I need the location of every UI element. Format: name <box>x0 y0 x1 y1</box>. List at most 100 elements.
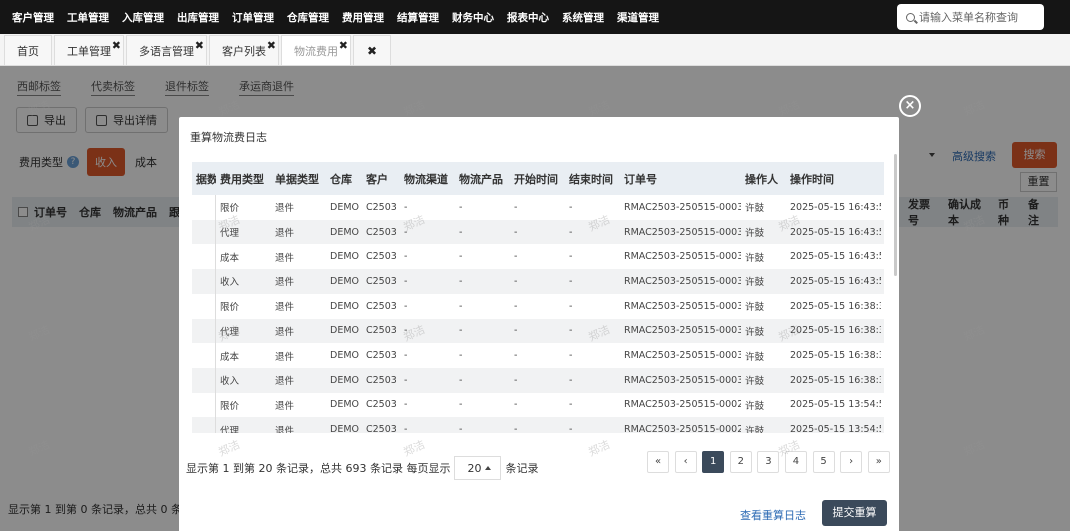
nav-item[interactable]: 报表中心 <box>507 10 549 25</box>
page-size-select[interactable]: 20 <box>454 456 502 480</box>
table-cell: DEMO <box>330 399 359 411</box>
table-cell: 2025-05-15 16:43:57 <box>790 226 881 238</box>
table-row: 收入 退件 DEMO C2503- - - - RMAC2503-250515-0003 许鼓 2… <box>192 269 884 294</box>
table-cell: 退件 <box>275 376 295 388</box>
modal-close-icon[interactable]: × <box>899 95 921 117</box>
tab-item[interactable]: 物流费用 ✖ <box>281 35 351 65</box>
table-cell: 2025-05-15 16:38:37 <box>790 350 881 362</box>
table-row: 限价 退件 DEMO C2503- - - - RMAC2503-250515-0003 许鼓 2… <box>192 195 884 220</box>
nav-item[interactable]: 订单管理 <box>232 10 274 25</box>
view-recalc-log-link[interactable]: 查看重算日志 <box>740 507 806 523</box>
tab-label: 物流费用 <box>294 44 338 58</box>
table-cell: - <box>514 374 518 386</box>
table-cell: 2025-05-15 13:54:55 <box>790 424 881 433</box>
menu-search-input[interactable]: 请输入菜单名称查询 <box>897 4 1044 30</box>
tab-close-icon[interactable]: ✖ <box>195 39 204 52</box>
table-cell: 许鼓 <box>745 277 765 289</box>
table-cell: - <box>459 399 463 411</box>
log-column-header: 订单号 <box>624 172 657 186</box>
table-row: 代理 退件 DEMO C2503- - - - RMAC2503-250515-0003 许鼓 2… <box>192 318 884 344</box>
tab-close-icon[interactable]: ✖ <box>339 39 348 52</box>
page-next-button[interactable]: › <box>840 451 863 473</box>
page-first-button[interactable]: « <box>647 451 669 473</box>
table-cell: RMAC2503-250515-0003 <box>624 275 741 287</box>
table-cell: 2025-05-15 16:43:57 <box>790 201 881 213</box>
page-number-button[interactable]: 1 <box>702 451 725 473</box>
log-column-header: 操作人 <box>745 172 778 186</box>
nav-item[interactable]: 系统管理 <box>562 10 604 25</box>
nav-item[interactable]: 工单管理 <box>67 10 109 25</box>
table-row: 成本 退件 DEMO C2503- - - - RMAC2503-250515-0003 许鼓 2… <box>192 244 884 269</box>
table-cell: C2503 <box>366 275 397 287</box>
tab-close-icon[interactable]: ✖ <box>112 39 121 52</box>
page-number-button[interactable]: 4 <box>784 451 807 473</box>
table-cell: - <box>514 275 518 287</box>
page-number-button[interactable]: 5 <box>812 451 835 473</box>
page-number-button[interactable]: 3 <box>757 451 780 473</box>
table-cell: C2503 <box>366 201 397 213</box>
table-cell: - <box>459 251 463 263</box>
table-cell: DEMO <box>330 251 359 263</box>
recalc-log-modal: 重算物流费日志 据数 费用类型 单据类型 仓库 客户 物流渠道 物流产品 开始时间 结束时间 订单… <box>179 117 899 487</box>
table-cell: 收入 <box>220 277 240 289</box>
table-cell: - <box>459 300 463 312</box>
nav-item[interactable]: 入库管理 <box>122 10 164 25</box>
nav-item[interactable]: 结算管理 <box>397 10 439 25</box>
nav-item[interactable]: 财务中心 <box>452 10 494 25</box>
nav-item[interactable]: 出库管理 <box>177 10 219 25</box>
table-cell: DEMO <box>330 325 359 337</box>
tab-item[interactable]: 工单管理 ✖ <box>54 35 124 65</box>
close-all-tabs-button[interactable]: ✖ <box>353 35 392 65</box>
table-cell: - <box>514 350 518 362</box>
tab-close-icon[interactable]: ✖ <box>267 39 276 52</box>
table-cell: - <box>569 399 573 411</box>
submit-recalc-button[interactable]: 提交重算 <box>822 500 887 526</box>
table-cell: DEMO <box>330 374 359 386</box>
pagination-info-suffix: 条记录 <box>505 462 539 475</box>
nav-item[interactable]: 费用管理 <box>342 10 384 25</box>
table-cell: - <box>569 226 573 238</box>
tab-item[interactable]: 首页 <box>4 35 52 65</box>
table-cell: 限价 <box>220 400 240 412</box>
table-cell: RMAC2503-250515-0002 <box>624 424 741 433</box>
table-cell: - <box>569 251 573 263</box>
table-row: 收入 退件 DEMO C2503- - - - RMAC2503-250515-0003 许鼓 2… <box>192 367 884 393</box>
nav-item[interactable]: 仓库管理 <box>287 10 329 25</box>
log-table-header: 据数 费用类型 单据类型 仓库 客户 物流渠道 物流产品 开始时间 结束时间 订单号 操作人 操作时间 <box>192 162 884 195</box>
table-cell: - <box>404 374 408 386</box>
log-column-header: 单据类型 <box>275 172 319 186</box>
page-prev-button[interactable]: ‹ <box>674 451 697 473</box>
page-tabs: 首页 工单管理 ✖ 多语言管理 ✖ 客户列表 ✖ 物流费用 ✖ ✖ <box>0 34 1070 66</box>
table-cell: 退件 <box>275 351 295 363</box>
tab-label: 多语言管理 <box>139 44 194 58</box>
page-last-button[interactable]: » <box>867 451 890 473</box>
table-cell: 许鼓 <box>745 326 765 338</box>
tab-label: 工单管理 <box>67 44 111 58</box>
table-scrollbar[interactable] <box>894 154 897 276</box>
table-cell: - <box>514 399 518 411</box>
tab-item[interactable]: 客户列表 ✖ <box>209 35 279 65</box>
table-cell: 许鼓 <box>745 376 765 388</box>
table-cell: 退件 <box>275 252 295 264</box>
page-number-button[interactable]: 2 <box>729 451 752 473</box>
pagination-info-prefix: 显示第 1 到第 20 条记录，总共 693 条记录 每页显示 <box>186 462 451 475</box>
log-table: 据数 费用类型 单据类型 仓库 客户 物流渠道 物流产品 开始时间 结束时间 订单号 操作人 操作时间… <box>192 162 884 433</box>
table-cell: 限价 <box>220 302 240 314</box>
pagination-info: 显示第 1 到第 20 条记录，总共 693 条记录 每页显示 20 条记录 <box>186 456 538 480</box>
table-cell: 代理 <box>220 326 240 338</box>
table-cell: 退件 <box>275 228 295 240</box>
table-cell: 成本 <box>220 252 240 264</box>
nav-item[interactable]: 客户管理 <box>12 10 54 25</box>
tab-item[interactable]: 多语言管理 ✖ <box>126 35 207 65</box>
tab-label: 客户列表 <box>222 44 266 58</box>
nav-item[interactable]: 渠道管理 <box>617 10 659 25</box>
table-cell: DEMO <box>330 300 359 312</box>
table-cell: - <box>404 300 408 312</box>
table-cell: C2503 <box>366 424 397 433</box>
table-cell: - <box>514 300 518 312</box>
table-cell: - <box>459 226 463 238</box>
table-row: 代理 退件 DEMO C2503- - - - RMAC2503-250515-0002 许鼓 2… <box>192 417 884 433</box>
log-column-header: 操作时间 <box>790 172 834 186</box>
table-cell: 代理 <box>220 228 240 240</box>
table-cell: C2503 <box>366 399 397 411</box>
